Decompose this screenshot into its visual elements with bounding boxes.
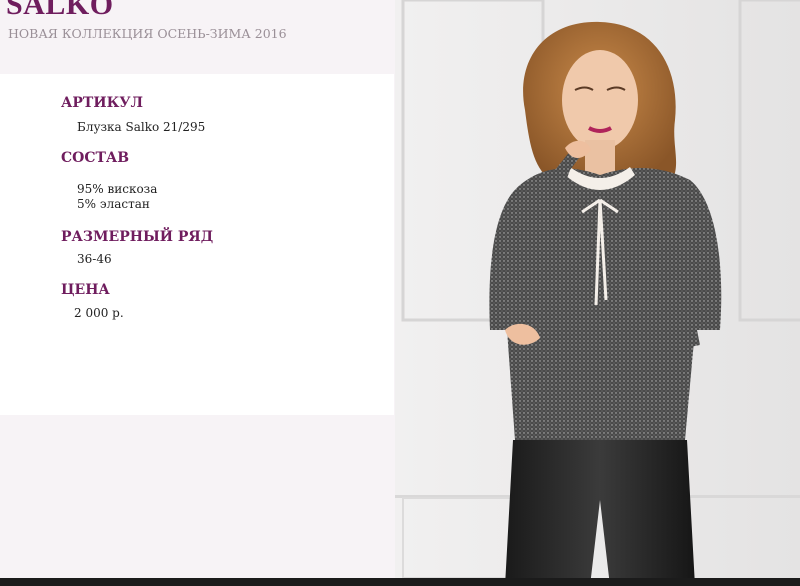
composition-line-2: 5% эластан	[77, 197, 150, 211]
price-heading: ЦЕНА	[61, 282, 110, 298]
composition-heading: СОСТАВ	[61, 150, 130, 166]
collection-subtitle: НОВАЯ КОЛЛЕКЦИЯ ОСЕНЬ-ЗИМА 2016	[8, 26, 287, 41]
brand-title: SALKO	[6, 0, 114, 21]
product-details-panel: АРТИКУЛ Блузка Salko 21/295 СОСТАВ 95% в…	[0, 74, 394, 415]
sizes-heading: РАЗМЕРНЫЙ РЯД	[61, 229, 214, 245]
model-illustration	[395, 0, 800, 586]
price-value: 2 000 р.	[74, 306, 124, 320]
article-value: Блузка Salko 21/295	[77, 120, 206, 134]
article-heading: АРТИКУЛ	[61, 95, 144, 111]
model-photo	[395, 0, 800, 586]
composition-line-1: 95% вискоза	[77, 182, 158, 196]
footer-bar	[0, 578, 800, 586]
sizes-value: 36-46	[77, 252, 112, 266]
